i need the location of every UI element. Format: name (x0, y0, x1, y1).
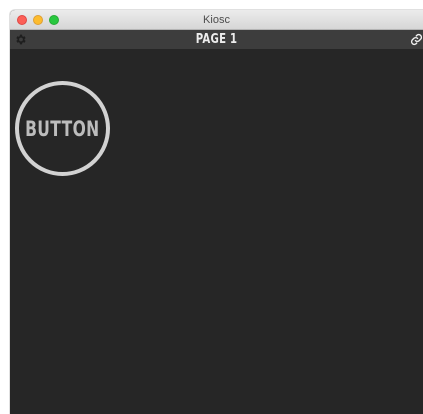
gear-icon[interactable] (14, 33, 27, 46)
page-title: PAGE 1 (195, 32, 238, 47)
title-bar[interactable]: Kiosc (10, 10, 423, 30)
kiosk-canvas: BUTTON (10, 49, 423, 414)
window-title: Kiosc (203, 14, 230, 26)
button-label: BUTTON (25, 116, 100, 141)
circle-button[interactable]: BUTTON (15, 81, 110, 176)
app-window: Kiosc PAGE 1 BUTTON (10, 10, 423, 414)
page-toolbar: PAGE 1 (10, 30, 423, 49)
link-icon[interactable] (410, 33, 423, 46)
